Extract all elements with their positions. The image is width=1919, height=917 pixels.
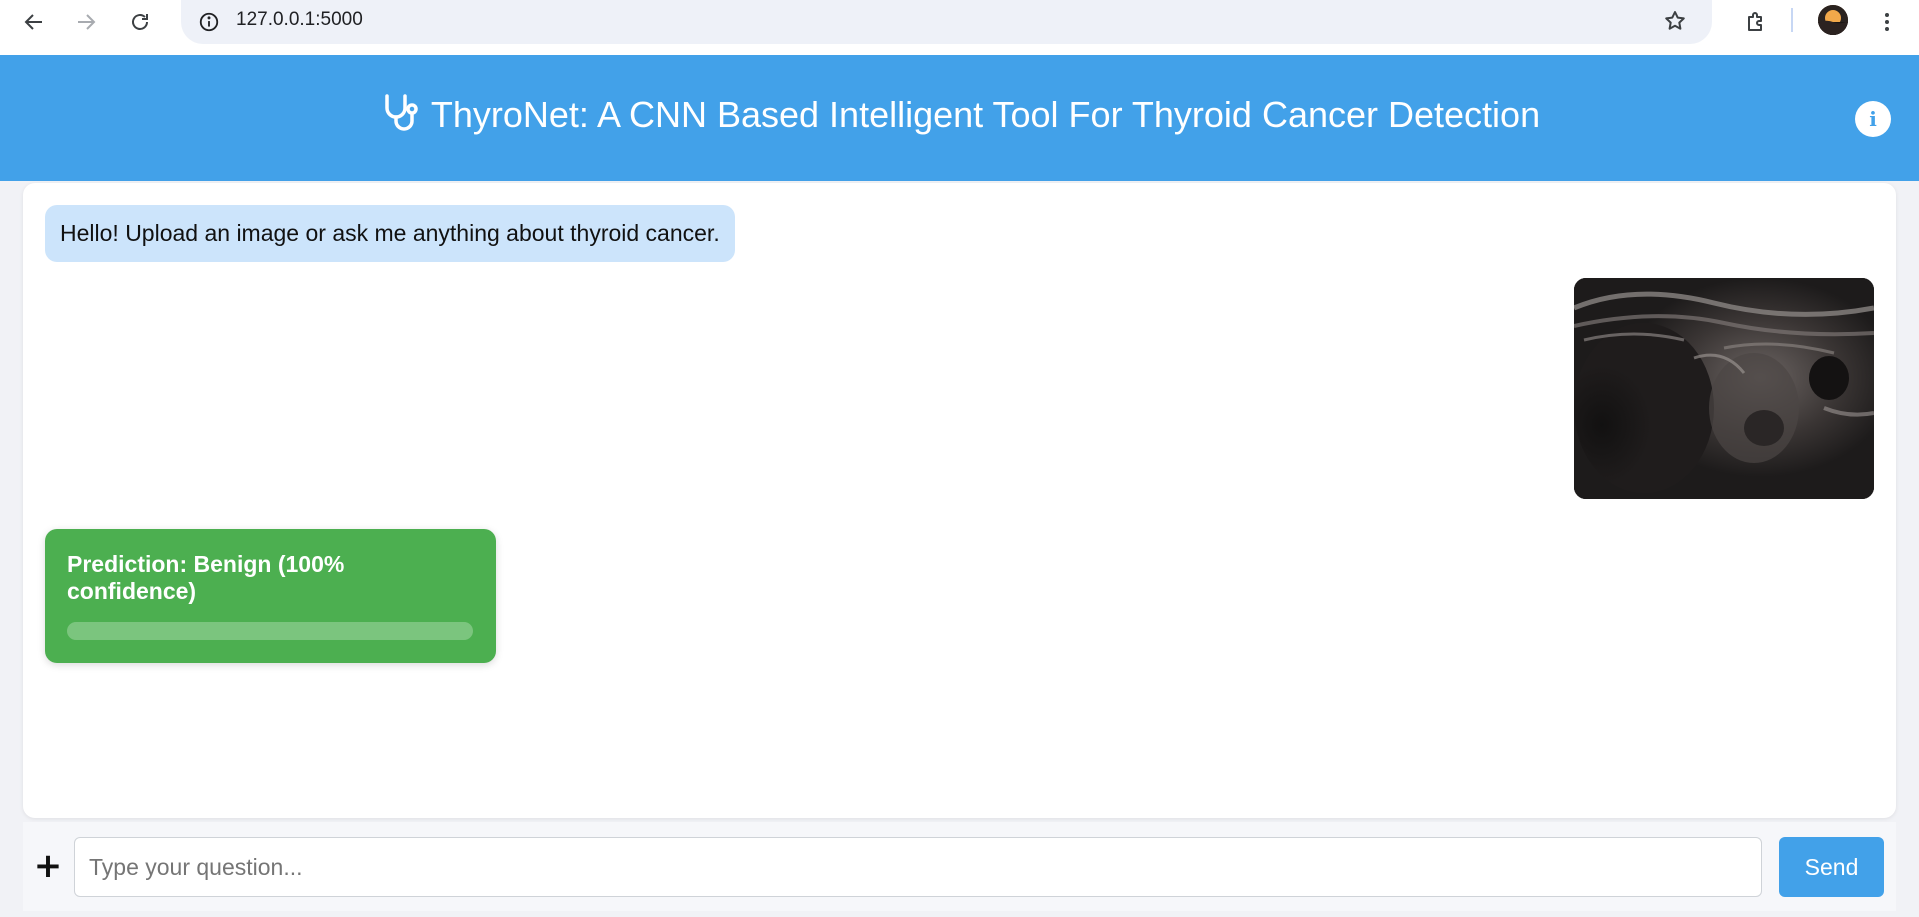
chat-window[interactable]: Hello! Upload an image or ask me anythin…: [23, 183, 1896, 818]
url-text[interactable]: 127.0.0.1:5000: [236, 9, 363, 31]
bookmark-star-icon[interactable]: [1660, 6, 1690, 36]
header-title-group: ThyroNet: A CNN Based Intelligent Tool F…: [379, 92, 1540, 139]
confidence-bar-fill: [67, 622, 473, 640]
bot-message-text: Hello! Upload an image or ask me anythin…: [60, 220, 720, 246]
app-header: ThyroNet: A CNN Based Intelligent Tool F…: [0, 55, 1919, 181]
back-icon[interactable]: [16, 4, 52, 40]
prediction-card: Prediction: Benign (100% confidence): [45, 529, 496, 663]
forward-icon[interactable]: [68, 4, 104, 40]
prediction-text: Prediction: Benign (100% confidence): [67, 551, 345, 604]
menu-dots-icon[interactable]: [1872, 4, 1902, 40]
browser-toolbar: 127.0.0.1:5000: [0, 0, 1919, 55]
info-button[interactable]: i: [1855, 101, 1891, 137]
page-title: ThyroNet: A CNN Based Intelligent Tool F…: [430, 94, 1541, 135]
site-info-icon[interactable]: [195, 8, 223, 36]
thyroid-ultrasound-image: [1574, 278, 1874, 499]
toolbar-divider: [1791, 8, 1793, 32]
profile-avatar[interactable]: [1818, 5, 1848, 35]
add-attachment-button[interactable]: +: [33, 844, 63, 888]
address-bar[interactable]: 127.0.0.1:5000: [181, 0, 1712, 44]
bot-message: Hello! Upload an image or ask me anythin…: [45, 205, 735, 262]
confidence-bar: [67, 622, 473, 640]
info-icon: i: [1869, 107, 1877, 131]
stethoscope-icon: [379, 92, 421, 139]
reload-icon[interactable]: [122, 4, 158, 40]
send-button[interactable]: Send: [1779, 837, 1884, 897]
input-bar: + Send: [23, 822, 1896, 911]
question-input[interactable]: [74, 837, 1762, 897]
extensions-icon[interactable]: [1738, 4, 1774, 40]
